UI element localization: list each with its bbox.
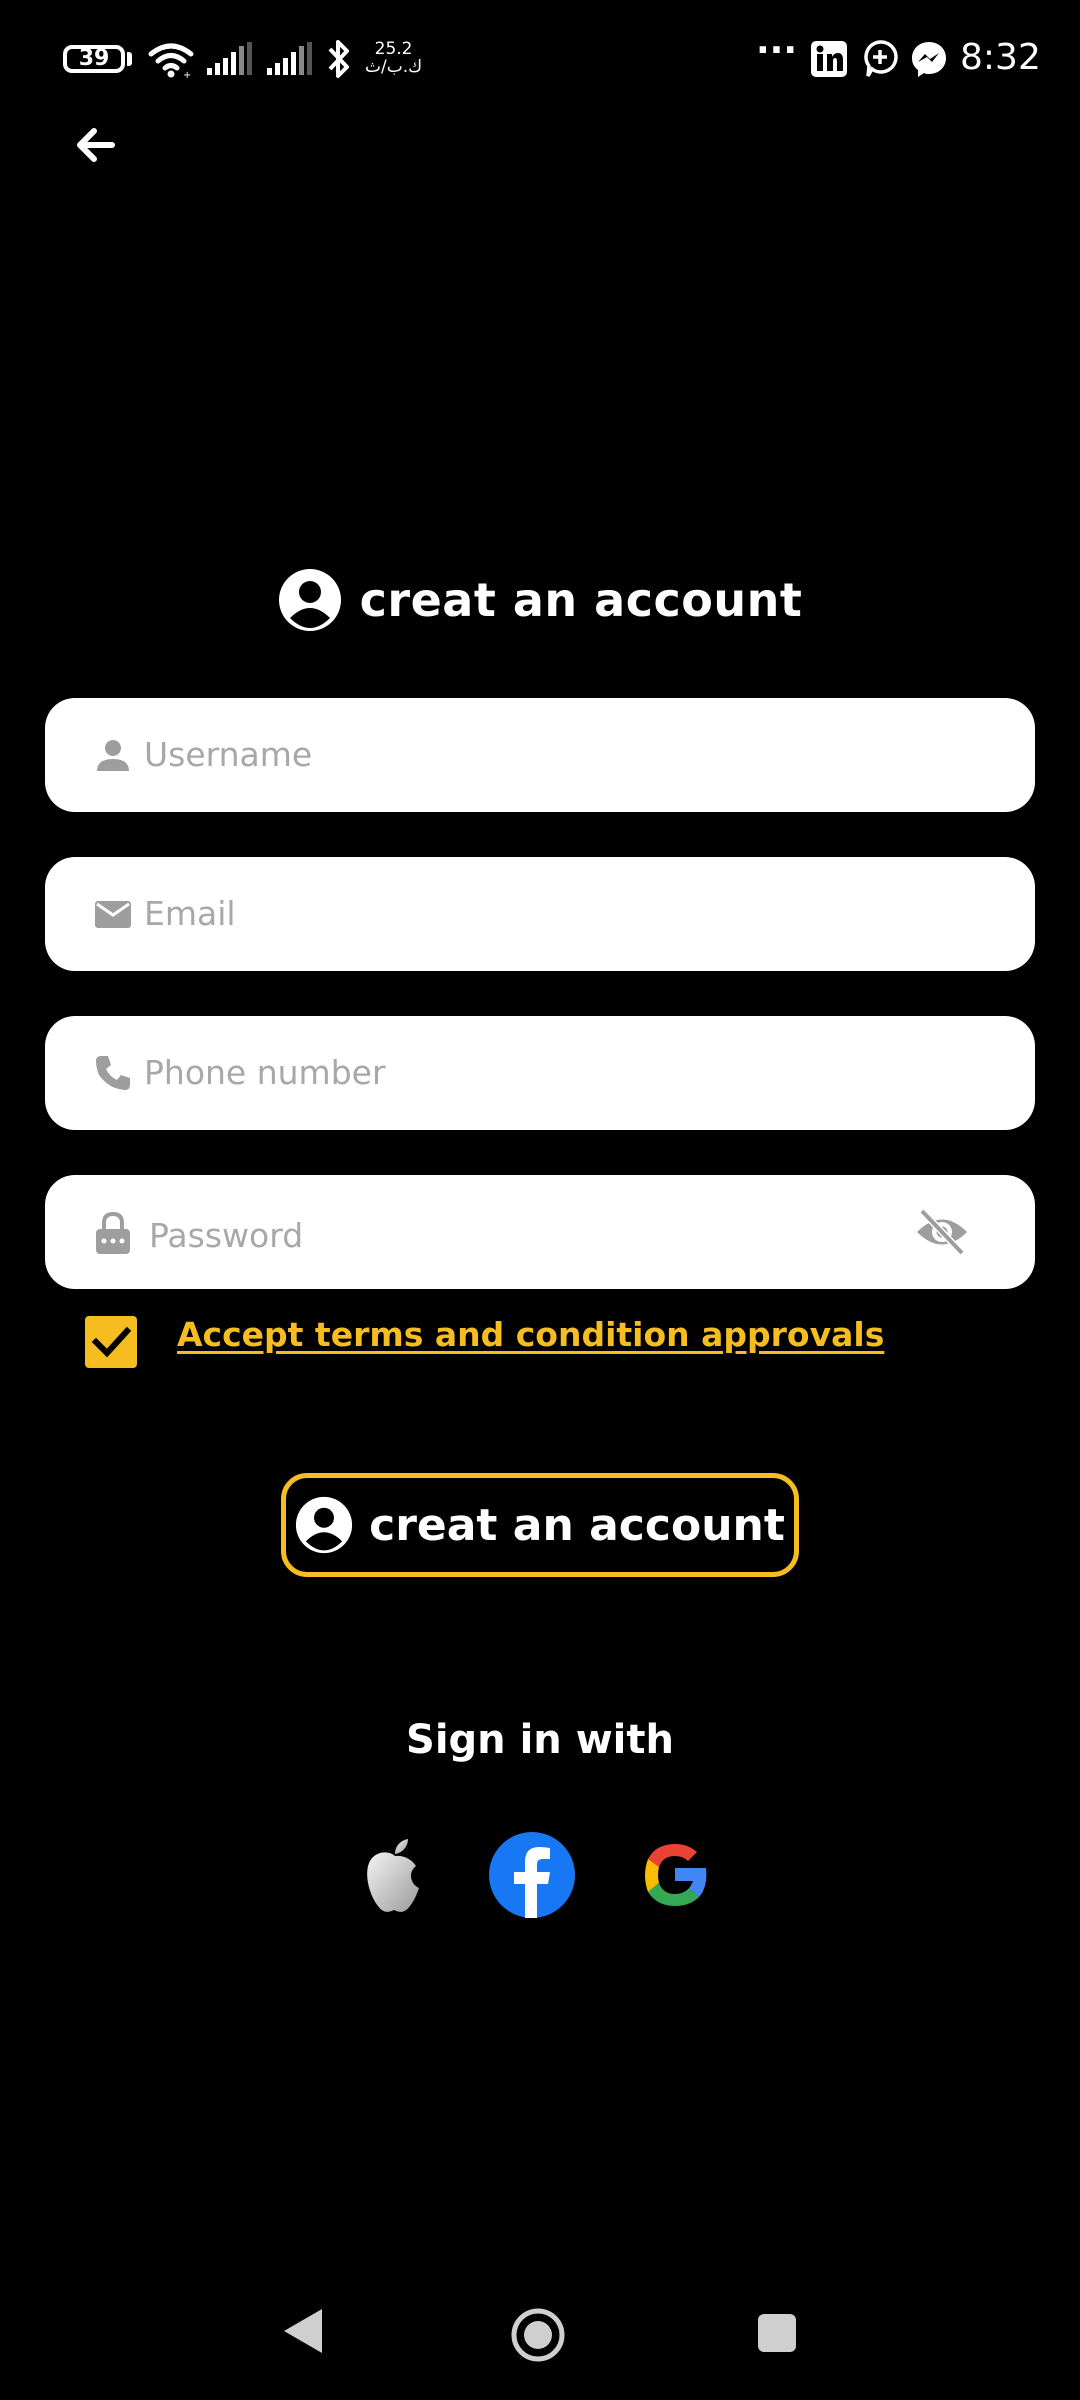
create-account-button[interactable]: creat an account (281, 1473, 799, 1577)
email-placeholder: Email (144, 894, 236, 933)
nav-recents-icon[interactable] (756, 2312, 798, 2354)
battery-tip (127, 52, 132, 66)
messenger-icon (912, 42, 946, 77)
signin-with-label: Sign in with (406, 1717, 674, 1763)
net-speed-value: 25.2 (374, 39, 413, 59)
battery-icon: 39 (63, 45, 125, 73)
svg-text:+: + (183, 70, 191, 80)
email-field[interactable]: Email (45, 857, 1035, 971)
terms-checkbox[interactable] (85, 1316, 137, 1368)
page-title: creat an account (0, 560, 1080, 640)
account-circle-icon (296, 1496, 353, 1554)
account-circle-icon (278, 569, 341, 631)
password-placeholder: Password (149, 1216, 304, 1255)
page-title-text: creat an account (359, 573, 803, 627)
wifi-icon: + (148, 43, 194, 80)
battery-level: 39 (78, 46, 110, 71)
status-bar: 39 + 25.2 ك.ب/ث ··· 8:32 (0, 0, 1080, 120)
linkedin-icon (811, 41, 847, 77)
net-speed-unit: ك.ب/ث (365, 57, 423, 77)
bluetooth-icon (328, 40, 349, 78)
check-icon (91, 1326, 132, 1358)
create-account-label: creat an account (369, 1499, 785, 1551)
status-time: 8:32 (960, 37, 1041, 78)
terms-link[interactable]: Accept terms and condition approvals (177, 1310, 884, 1360)
mail-icon (95, 901, 131, 928)
lock-icon (96, 1211, 130, 1254)
username-field[interactable]: Username (45, 698, 1035, 812)
password-field[interactable]: Password (45, 1175, 1035, 1289)
overflow-dots: ··· (756, 30, 798, 71)
back-arrow-icon[interactable] (70, 120, 120, 170)
net-speed: 25.2 ك.ب/ث (365, 40, 422, 76)
person-icon (97, 740, 129, 771)
google-icon[interactable] (630, 1830, 720, 1920)
chat-plus-icon (864, 40, 898, 77)
phone-placeholder: Phone number (144, 1053, 386, 1092)
nav-home-icon[interactable] (510, 2307, 566, 2363)
facebook-icon[interactable] (487, 1830, 577, 1920)
nav-back-icon[interactable] (280, 2305, 326, 2357)
signal-2-icon (267, 42, 312, 75)
signal-1-icon (207, 42, 252, 75)
apple-icon[interactable] (350, 1830, 440, 1920)
username-placeholder: Username (144, 735, 313, 774)
phone-field[interactable]: Phone number (45, 1016, 1035, 1130)
phone-icon (96, 1056, 130, 1090)
eye-off-icon[interactable] (914, 1205, 970, 1259)
